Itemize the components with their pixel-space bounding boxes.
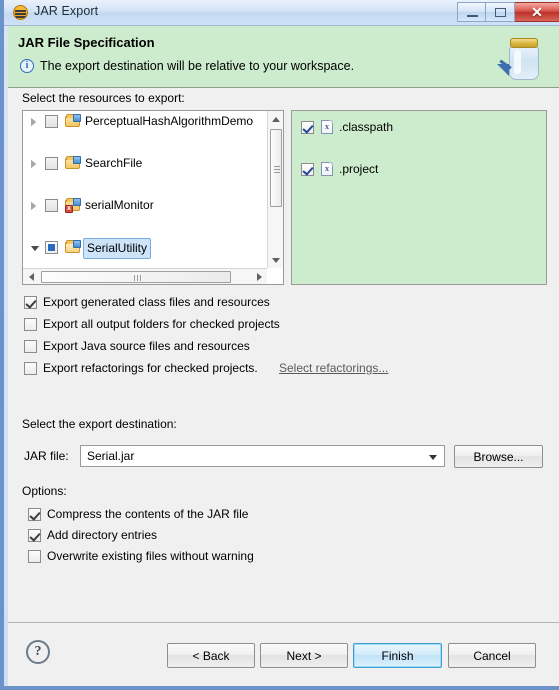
checkbox-label: Overwrite existing files without warning xyxy=(47,549,254,563)
window-controls: ✕ xyxy=(457,2,559,22)
checkbox[interactable] xyxy=(24,340,37,353)
select-refactorings-link[interactable]: Select refactorings... xyxy=(279,359,388,377)
next-button[interactable]: Next > xyxy=(260,643,348,668)
checkbox-label: Export generated class files and resourc… xyxy=(43,295,270,309)
project-folder-icon xyxy=(65,156,81,170)
checkbox[interactable] xyxy=(28,508,41,521)
finish-button[interactable]: Finish xyxy=(353,643,442,668)
tree-horizontal-scrollbar[interactable] xyxy=(23,268,267,284)
maximize-icon xyxy=(495,8,506,17)
jar-file-combo[interactable]: Serial.jar xyxy=(80,445,445,467)
tree-row[interactable]: PerceptualHashAlgorithmDemo xyxy=(23,111,266,132)
checkbox[interactable] xyxy=(24,296,37,309)
vertical-scroll-thumb[interactable] xyxy=(270,129,282,207)
chevron-right-icon[interactable] xyxy=(31,118,36,126)
title-bar: JAR Export ✕ xyxy=(4,0,559,26)
back-button[interactable]: < Back xyxy=(167,643,255,668)
page-title: JAR File Specification xyxy=(18,35,155,50)
scroll-up-icon[interactable] xyxy=(268,111,283,127)
checkbox[interactable] xyxy=(28,550,41,563)
jar-file-value: Serial.jar xyxy=(87,449,135,463)
browse-button[interactable]: Browse... xyxy=(454,445,543,468)
close-icon: ✕ xyxy=(531,3,543,20)
checkbox-label: Compress the contents of the JAR file xyxy=(47,507,249,521)
dialog-body: Select the resources to export: Perceptu… xyxy=(8,88,559,623)
tree-row[interactable]: SearchFile xyxy=(23,153,266,174)
tree-checkbox[interactable] xyxy=(45,241,58,254)
tree-row-selected[interactable]: SerialUtility xyxy=(23,237,266,259)
horizontal-scroll-thumb[interactable] xyxy=(41,271,231,283)
scroll-left-icon[interactable] xyxy=(23,269,39,284)
dialog-footer: ? < Back Next > Finish Cancel xyxy=(8,623,559,686)
checkbox[interactable] xyxy=(28,529,41,542)
file-item-label: .classpath xyxy=(339,120,394,134)
chevron-down-icon[interactable] xyxy=(31,246,39,251)
tree-checkbox[interactable] xyxy=(45,115,58,128)
file-checkbox[interactable] xyxy=(301,121,314,134)
window-title: JAR Export xyxy=(34,4,99,18)
resource-tree[interactable]: PerceptualHashAlgorithmDemo SearchFile x… xyxy=(22,110,284,285)
maximize-button[interactable] xyxy=(486,2,515,22)
file-item-label: .project xyxy=(339,162,379,176)
checkbox-label: Add directory entries xyxy=(47,528,158,542)
minimize-button[interactable] xyxy=(457,2,486,22)
close-button[interactable]: ✕ xyxy=(515,2,559,22)
checkbox[interactable] xyxy=(24,318,37,331)
tree-vertical-scrollbar[interactable] xyxy=(267,111,283,268)
file-list-item[interactable]: x .classpath xyxy=(292,117,546,138)
chevron-right-icon[interactable] xyxy=(31,202,36,210)
jar-export-banner-icon xyxy=(497,30,549,86)
project-folder-icon xyxy=(65,114,81,128)
chevron-down-icon[interactable] xyxy=(429,455,437,460)
page-description: The export destination will be relative … xyxy=(40,59,355,73)
checkbox-label: Export Java source files and resources xyxy=(43,339,250,353)
tree-checkbox[interactable] xyxy=(45,199,58,212)
scroll-right-icon[interactable] xyxy=(251,269,267,284)
jar-file-label: JAR file: xyxy=(24,449,69,463)
wizard-header: JAR File Specification i The export dest… xyxy=(8,26,559,88)
jar-export-icon xyxy=(13,5,28,20)
chevron-right-icon[interactable] xyxy=(31,160,36,168)
tree-item-label: SearchFile xyxy=(85,156,143,170)
checkbox[interactable] xyxy=(24,362,37,375)
resources-label: Select the resources to export: xyxy=(22,91,185,105)
checkbox-label: Export refactorings for checked projects… xyxy=(43,361,258,375)
file-list-item[interactable]: x .project xyxy=(292,159,546,180)
destination-label: Select the export destination: xyxy=(22,417,177,431)
info-icon: i xyxy=(20,59,34,73)
project-folder-icon: x xyxy=(65,198,81,213)
tree-checkbox[interactable] xyxy=(45,157,58,170)
tree-item-label: PerceptualHashAlgorithmDemo xyxy=(85,114,254,128)
resource-tree-viewport: PerceptualHashAlgorithmDemo SearchFile x… xyxy=(23,111,266,267)
tree-row[interactable]: x serialMonitor xyxy=(23,195,266,216)
scroll-down-icon[interactable] xyxy=(268,252,283,268)
file-checkbox[interactable] xyxy=(301,163,314,176)
options-label: Options: xyxy=(22,484,67,498)
project-folder-icon xyxy=(65,240,81,254)
error-badge-icon: x xyxy=(65,205,73,213)
resource-file-list[interactable]: x .classpath x .project xyxy=(291,110,547,285)
jar-export-dialog: JAR Export ✕ JAR File Specification i Th… xyxy=(0,0,559,690)
tree-item-label: serialMonitor xyxy=(85,198,154,212)
xml-file-icon: x xyxy=(321,162,333,176)
tree-item-label: SerialUtility xyxy=(83,238,152,259)
checkbox-label: Export all output folders for checked pr… xyxy=(43,317,280,331)
minimize-icon xyxy=(467,15,478,17)
xml-file-icon: x xyxy=(321,120,333,134)
help-button[interactable]: ? xyxy=(26,640,50,664)
cancel-button[interactable]: Cancel xyxy=(448,643,536,668)
